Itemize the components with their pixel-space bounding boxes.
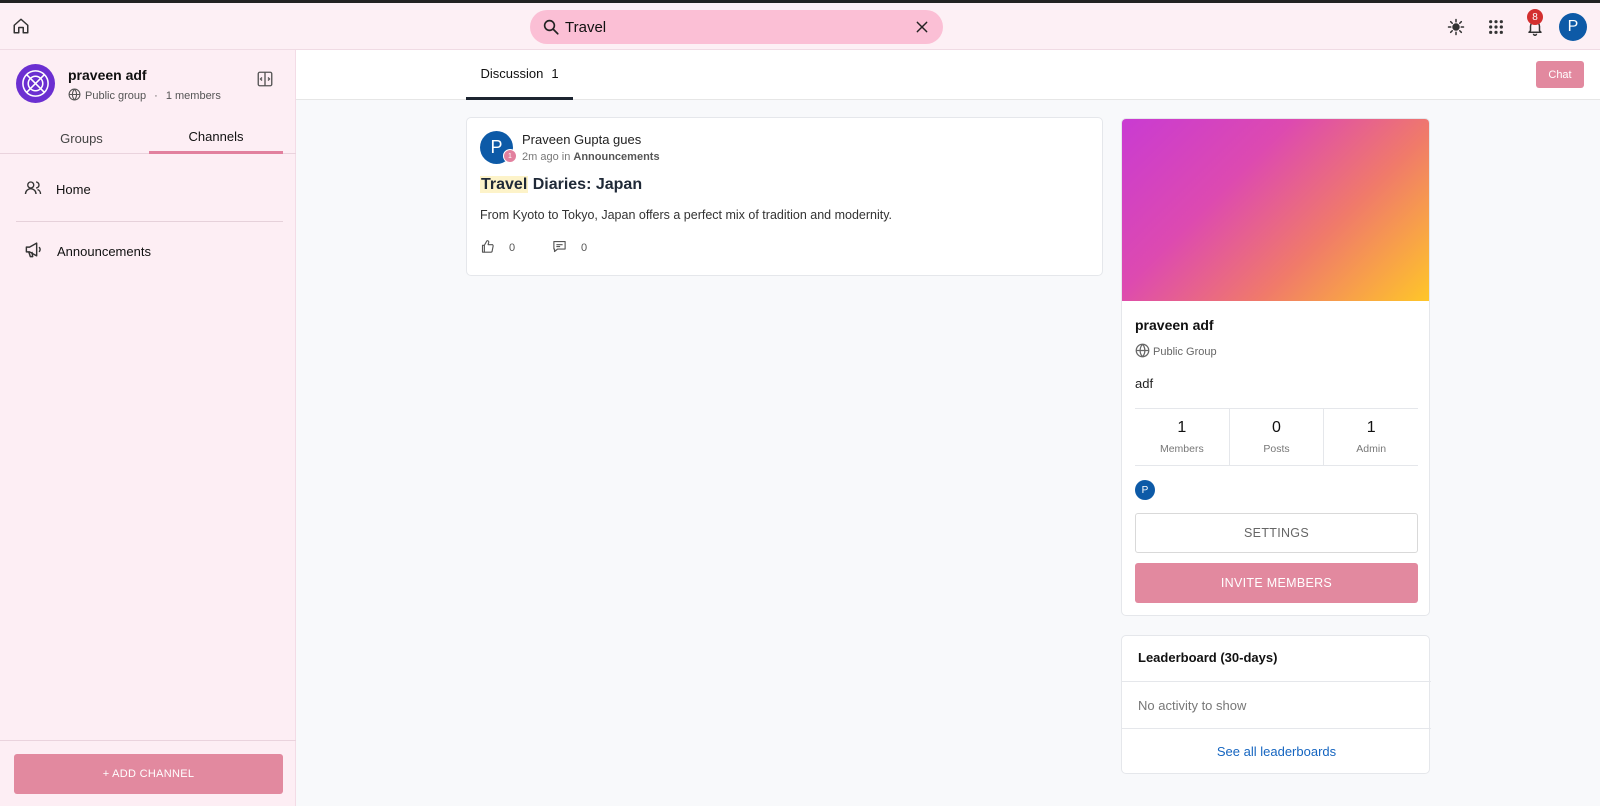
tab-channels[interactable]: Channels <box>149 122 283 154</box>
settings-button[interactable]: SETTINGS <box>1135 513 1418 553</box>
sidebar: praveen adf Public group · 1 members Gro… <box>0 50 296 806</box>
tab-discussion[interactable]: Discussion 1 <box>466 50 573 100</box>
leaderboard-empty: No activity to show <box>1138 698 1247 713</box>
apps-grid-icon[interactable] <box>1486 17 1506 37</box>
leaderboard-divider <box>1122 728 1431 729</box>
collapse-sidebar-icon[interactable] <box>256 70 274 88</box>
main-header: Discussion 1 Chat <box>296 50 1600 100</box>
sun-icon[interactable] <box>1446 17 1466 37</box>
group-logo <box>16 64 55 103</box>
post-body: From Kyoto to Tokyo, Japan offers a perf… <box>480 208 893 222</box>
comment-icon <box>552 239 567 257</box>
stat-label: Posts <box>1263 443 1290 455</box>
invite-members-button[interactable]: INVITE MEMBERS <box>1135 563 1418 603</box>
chat-button[interactable]: Chat <box>1536 61 1584 88</box>
sidebar-bottom-divider <box>0 740 296 741</box>
comment-count: 0 <box>581 242 588 254</box>
post-author[interactable]: Praveen Gupta gues <box>522 132 641 147</box>
post-channel-link[interactable]: Announcements <box>573 151 659 163</box>
stat-admin: 1 Admin <box>1324 409 1418 465</box>
group-meta: Public group · 1 members <box>68 88 221 104</box>
stat-label: Admin <box>1356 443 1387 455</box>
group-card-type-label: Public Group <box>1153 346 1217 358</box>
stat-members: 1 Members <box>1135 409 1230 465</box>
sidebar-tabs: Groups Channels <box>0 122 296 154</box>
stat-value: 1 <box>1366 419 1376 436</box>
like-button[interactable]: 0 <box>480 239 515 257</box>
megaphone-icon <box>24 240 43 262</box>
search-highlight: Travel <box>480 176 529 193</box>
group-info-card: praveen adf Public Group adf 1 Members 0… <box>1121 118 1430 616</box>
top-bar: 8 P <box>0 0 1600 50</box>
search-icon <box>542 18 560 36</box>
stat-value: 1 <box>1177 419 1187 436</box>
group-card-name: praveen adf <box>1135 317 1214 333</box>
leaderboard-divider <box>1122 681 1431 682</box>
member-count: 1 members <box>165 90 221 102</box>
group-type: Public group <box>85 90 147 102</box>
post-time: 2m ago <box>522 151 559 163</box>
group-description: adf <box>1135 376 1154 391</box>
sidebar-item-label: Announcements <box>57 243 151 259</box>
globe-icon <box>1135 343 1150 361</box>
meta-separator: · <box>154 90 158 102</box>
sidebar-item-home[interactable]: Home <box>18 164 283 214</box>
notification-badge: 8 <box>1527 9 1543 25</box>
post-title-text: Diaries: Japan <box>528 176 643 193</box>
sidebar-item-announcements[interactable]: Announcements <box>18 226 283 276</box>
leaderboard-card: Leaderboard (30-days) No activity to sho… <box>1121 635 1431 774</box>
post-meta: 2m ago in Announcements <box>522 151 660 163</box>
add-channel-button[interactable]: + ADD CHANNEL <box>14 754 283 794</box>
see-all-leaderboards-link[interactable]: See all leaderboards <box>1122 744 1431 759</box>
tab-groups[interactable]: Groups <box>14 122 149 154</box>
group-cover-image <box>1122 119 1429 301</box>
search-input[interactable] <box>565 16 895 38</box>
group-stats: 1 Members 0 Posts 1 Admin <box>1135 408 1418 466</box>
stat-label: Members <box>1159 443 1204 455</box>
post-card: P 1 Praveen Gupta gues 2m ago in Announc… <box>466 117 1103 276</box>
people-icon <box>24 179 42 200</box>
member-avatar[interactable]: P <box>1135 480 1155 500</box>
group-name: praveen adf <box>68 67 147 83</box>
thumbs-up-icon <box>480 239 495 257</box>
sidebar-divider <box>16 221 283 222</box>
close-icon[interactable] <box>913 18 931 36</box>
shield-icon: 1 <box>503 149 517 163</box>
stat-posts: 0 Posts <box>1230 409 1325 465</box>
sidebar-item-label: Home <box>56 181 91 197</box>
globe-icon <box>68 88 81 104</box>
user-avatar[interactable]: P <box>1559 13 1587 41</box>
home-icon[interactable] <box>11 16 31 36</box>
tab-label: Discussion <box>480 66 544 81</box>
like-count: 0 <box>509 242 516 254</box>
group-card-type: Public Group <box>1135 343 1217 361</box>
comment-button[interactable]: 0 <box>552 239 587 257</box>
stat-value: 0 <box>1272 419 1281 436</box>
post-title[interactable]: Travel Diaries: Japan <box>480 176 642 194</box>
post-in: in <box>561 151 571 163</box>
tab-count: 1 <box>551 66 559 81</box>
search-bar <box>530 10 943 44</box>
leaderboard-title: Leaderboard (30-days) <box>1138 650 1278 665</box>
